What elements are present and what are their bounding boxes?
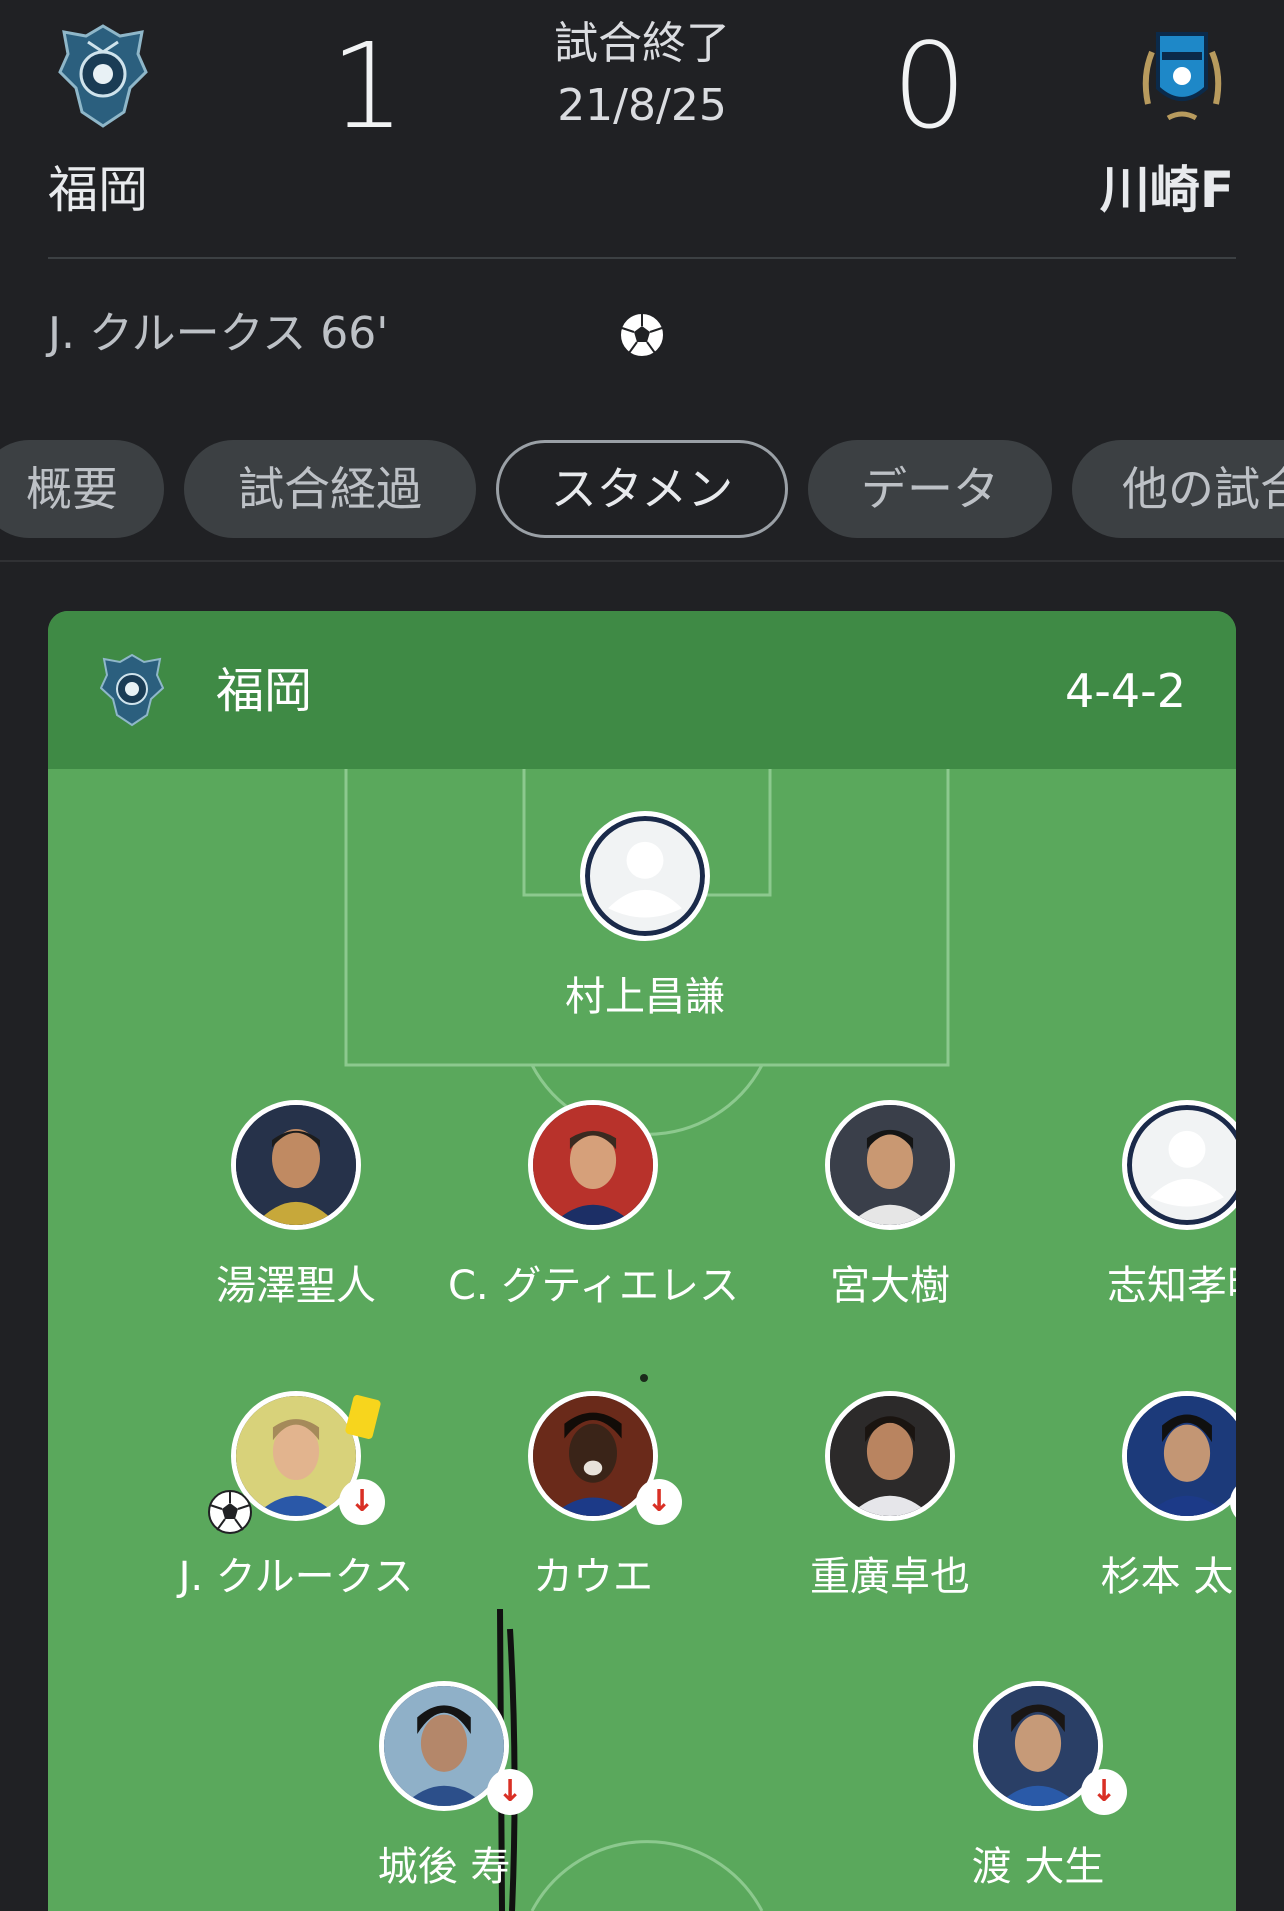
placeholder-avatar-icon — [580, 811, 710, 941]
away-score: 0 — [892, 17, 968, 155]
substitution-out-icon: ↓ — [487, 1769, 533, 1815]
player-name: カウエ — [533, 1554, 653, 1600]
soccer-ball-icon — [207, 1489, 253, 1535]
away-team-name[interactable]: 川崎F — [1100, 158, 1234, 222]
match-tabs: 概要 試合経過 スタメン データ 他の試合 — [0, 440, 1284, 540]
home-team-name[interactable]: 福岡 — [48, 158, 148, 222]
tab-other-matches[interactable]: 他の試合 — [1072, 440, 1284, 538]
match-status: 試合終了 — [554, 18, 730, 69]
player-name: 杉本 太郎 — [1100, 1554, 1236, 1600]
player-photo — [825, 1391, 955, 1521]
lineup-header: 福岡 4-4-2 — [48, 611, 1236, 769]
lineup-card: 福岡 4-4-2 村上昌謙 湯澤聖人 C. グティエレス 宮大樹 志知孝 ↓ J… — [48, 611, 1236, 1911]
player-name: 渡 大生 — [971, 1844, 1105, 1890]
player-name: 志知孝明 — [1107, 1263, 1236, 1309]
substitution-out-icon: ↓ — [1081, 1769, 1127, 1815]
player-name: 村上昌謙 — [565, 974, 725, 1020]
team-crest-icon — [99, 653, 165, 727]
player-name: 重廣卓也 — [810, 1554, 970, 1600]
tab-overview[interactable]: 概要 — [0, 440, 164, 538]
player-name: 宮大樹 — [830, 1263, 950, 1309]
goal-scorer: J. クルークス 66' — [48, 308, 389, 359]
player-name: J. クルークス — [178, 1554, 414, 1600]
tab-timeline[interactable]: 試合経過 — [184, 440, 476, 538]
match-date: 21/8/25 — [557, 80, 727, 131]
match-header: 1 試合終了 21/8/25 0 福岡 川崎F — [0, 0, 1284, 259]
tabs-divider — [0, 560, 1284, 562]
pitch: 村上昌謙 湯澤聖人 C. グティエレス 宮大樹 志知孝明 — [48, 769, 1236, 1911]
tab-lineup[interactable]: スタメン — [496, 440, 788, 538]
player-photo — [231, 1100, 361, 1230]
soccer-ball-icon — [618, 311, 666, 359]
substitution-out-icon: ↓ — [339, 1479, 385, 1525]
player-photo — [528, 1100, 658, 1230]
header-divider — [48, 257, 1236, 259]
home-score: 1 — [330, 17, 406, 155]
tab-stats[interactable]: データ — [808, 440, 1052, 538]
substitution-out-icon: ↓ — [636, 1479, 682, 1525]
lineup-team-name: 福岡 — [216, 663, 313, 719]
player-name: C. グティエレス — [448, 1263, 739, 1309]
away-team-crest-icon[interactable] — [1138, 26, 1226, 128]
player-name: 城後 寿 — [377, 1844, 511, 1890]
player-name: 湯澤聖人 — [216, 1263, 376, 1309]
formation-label: 4-4-2 — [1065, 664, 1186, 718]
player-photo — [825, 1100, 955, 1230]
home-team-crest-icon[interactable] — [58, 22, 148, 130]
